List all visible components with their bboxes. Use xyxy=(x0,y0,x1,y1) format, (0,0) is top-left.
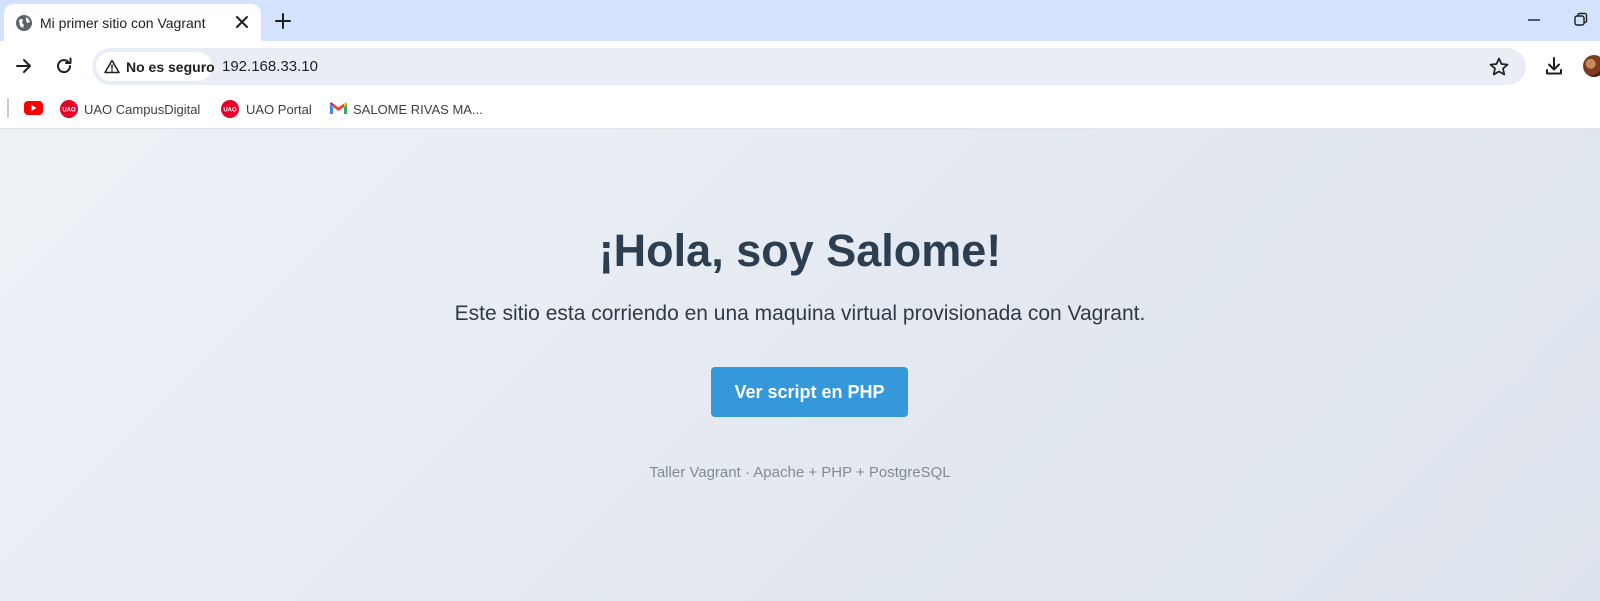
globe-icon xyxy=(16,15,32,31)
view-php-script-button[interactable]: Ver script en PHP xyxy=(711,367,908,417)
address-bar[interactable]: No es seguro 192.168.33.10 xyxy=(92,48,1526,85)
gmail-icon xyxy=(330,102,347,114)
security-chip[interactable]: No es seguro xyxy=(96,52,215,81)
bookmark-label: UAO CampusDigital xyxy=(84,102,201,117)
uao-icon: UAO xyxy=(221,100,239,118)
restore-icon[interactable] xyxy=(1571,10,1591,30)
forward-icon[interactable] xyxy=(13,55,35,77)
bookmarks-bar: UAO UAO CampusDigital UAO UAO Portal SAL… xyxy=(0,90,1600,129)
close-tab-icon[interactable] xyxy=(232,12,252,32)
page-subtitle: Este sitio esta corriendo en una maquina… xyxy=(454,302,1146,325)
warning-icon xyxy=(104,59,120,74)
bookmarks-divider xyxy=(7,98,9,118)
youtube-icon xyxy=(24,101,43,115)
uao-icon: UAO xyxy=(60,100,78,118)
minimize-icon[interactable] xyxy=(1524,10,1544,30)
svg-text:UAO: UAO xyxy=(223,108,237,114)
page-content: ¡Hola, soy Salome! Este sitio esta corri… xyxy=(0,129,1600,601)
svg-text:UAO: UAO xyxy=(62,108,76,114)
bookmark-youtube[interactable] xyxy=(23,90,45,128)
url-text[interactable]: 192.168.33.10 xyxy=(222,58,318,75)
download-icon[interactable] xyxy=(1543,55,1565,77)
profile-avatar[interactable] xyxy=(1583,55,1600,77)
bookmark-star-icon[interactable] xyxy=(1488,56,1510,78)
bookmark-uao-portal[interactable]: UAO UAO Portal xyxy=(220,90,315,128)
browser-toolbar: No es seguro 192.168.33.10 xyxy=(0,41,1600,90)
tab-strip: Mi primer sitio con Vagrant xyxy=(0,0,1600,41)
reload-icon[interactable] xyxy=(53,55,75,77)
security-label: No es seguro xyxy=(126,59,215,75)
active-tab[interactable]: Mi primer sitio con Vagrant xyxy=(4,4,261,41)
bookmark-uao-campus[interactable]: UAO UAO CampusDigital xyxy=(59,90,209,128)
bookmark-label: UAO Portal xyxy=(246,102,312,117)
tab-title: Mi primer sitio con Vagrant xyxy=(40,15,206,31)
footer-note: Taller Vagrant · Apache + PHP + PostgreS… xyxy=(649,464,951,481)
bookmark-label: SALOME RIVAS MA... xyxy=(353,102,483,117)
new-tab-icon[interactable] xyxy=(272,10,294,32)
page-title: ¡Hola, soy Salome! xyxy=(598,225,1002,276)
bookmark-gmail[interactable]: SALOME RIVAS MA... xyxy=(329,90,483,128)
